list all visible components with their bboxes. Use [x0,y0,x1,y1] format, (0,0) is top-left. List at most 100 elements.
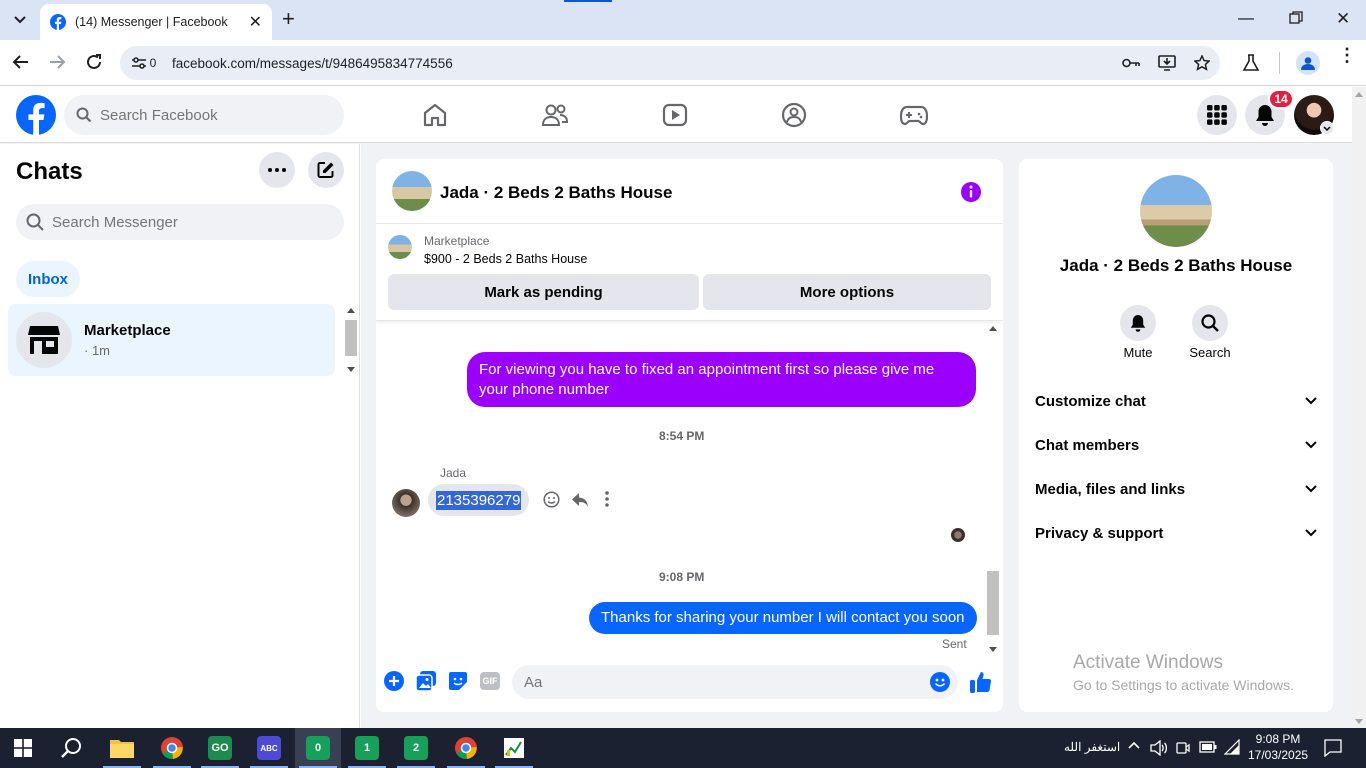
clock[interactable]: 9:08 PM 17/03/2025 [1248,731,1308,763]
gif-button[interactable]: GIF [480,672,500,690]
back-button[interactable] [12,54,30,70]
search-messenger-input[interactable] [52,213,322,231]
incoming-message[interactable]: 2135396279 [428,484,530,516]
notification-center-button[interactable] [1324,739,1342,757]
profile-button[interactable] [1296,51,1320,75]
customize-chat-section[interactable]: Customize chat [1035,381,1317,421]
profile-2-taskbar-icon[interactable]: 2 [393,728,439,768]
site-info-button[interactable]: 0 [124,50,164,76]
message-more-button[interactable] [605,491,609,507]
message-input[interactable] [524,673,914,691]
message-timestamp: 8:54 PM [659,429,705,443]
chat-list-scrollbar[interactable] [343,304,359,376]
volume-button[interactable] [1150,740,1168,756]
facebook-header: 14 [0,87,1352,143]
spreadsheet-taskbar-icon[interactable] [491,728,537,768]
search-messenger-box[interactable] [16,204,344,240]
network-button[interactable] [1224,739,1240,755]
new-tab-button[interactable]: + [282,8,304,32]
chrome-taskbar-icon[interactable] [149,728,195,768]
browser-tab[interactable]: (14) Messenger | Facebook ✕ [40,4,272,40]
battery-button[interactable] [1199,741,1217,753]
chrome-profile-taskbar-icon[interactable] [443,728,489,768]
profile-1-taskbar-icon[interactable]: 1 [344,728,390,768]
browser-toolbar: 0 facebook.com/messages/t/94864958347745… [0,40,1366,86]
taskbar-search-button[interactable] [48,728,94,768]
new-message-button[interactable] [308,152,344,188]
reload-button[interactable] [85,53,103,71]
react-button[interactable] [543,491,560,508]
more-horizontal-icon [268,168,286,172]
more-actions-button[interactable] [384,671,404,691]
star-icon[interactable] [1194,55,1210,71]
install-app-icon[interactable] [1158,55,1176,71]
chat-members-section[interactable]: Chat members [1035,425,1317,465]
messages-scrollbar[interactable] [985,322,1001,652]
forward-button[interactable] [48,54,66,70]
abc-proxy-taskbar-icon[interactable]: ABC [246,728,292,768]
listing-title[interactable]: $900 - 2 Beds 2 Baths House [424,252,587,266]
details-title: Jada · 2 Beds 2 Baths House [1059,256,1293,275]
start-button[interactable] [0,728,46,768]
arrow-right-icon [50,55,66,69]
speaker-icon [1150,740,1168,756]
emoji-icon[interactable] [930,672,950,692]
details-avatar[interactable] [1140,175,1212,247]
search-icon [61,738,81,758]
minimize-window-button[interactable]: — [1238,10,1264,30]
facebook-search-box[interactable] [64,95,344,135]
show-hidden-icons-button[interactable] [1128,741,1140,749]
labs-button[interactable] [1242,54,1260,72]
thumbs-up-icon [970,672,992,693]
chats-options-button[interactable] [259,152,295,188]
tab-search-button[interactable] [8,8,32,32]
conversation-info-button[interactable] [960,181,982,203]
outgoing-message[interactable]: For viewing you have to fixed an appoint… [467,352,976,407]
profile-0-taskbar-icon[interactable]: 0 [295,728,341,768]
file-explorer-taskbar-icon[interactable] [99,728,145,768]
media-files-links-section[interactable]: Media, files and links [1035,469,1317,509]
more-options-button[interactable]: More options [703,274,991,310]
menu-grid-button[interactable] [1197,95,1237,135]
nav-friends[interactable] [541,103,569,127]
mute-button[interactable] [1120,305,1156,341]
activate-windows-title: Activate Windows [1073,652,1223,673]
message-composer[interactable] [512,665,958,699]
outgoing-message[interactable]: Thanks for sharing your number I will co… [589,602,977,634]
sticker-button[interactable] [448,671,468,691]
reply-button[interactable] [571,492,589,508]
keyboard-language-text[interactable]: استغفر الله [1064,740,1120,754]
privacy-support-section[interactable]: Privacy & support [1035,513,1317,553]
nav-home[interactable] [422,103,448,127]
conversation-avatar[interactable] [392,171,432,211]
key-icon[interactable] [1122,57,1140,69]
nav-groups[interactable] [781,102,807,128]
notification-count-badge: 14 [1268,89,1294,109]
gologin-taskbar-icon[interactable]: GO [197,728,243,768]
address-bar[interactable]: 0 facebook.com/messages/t/94864958347745… [120,46,1220,80]
send-like-button[interactable] [970,671,992,693]
meet-now-button[interactable] [1176,740,1190,756]
conversation-title[interactable]: Jada · 2 Beds 2 Baths House [440,183,672,203]
nav-watch[interactable] [662,103,688,127]
marketplace-avatar [16,312,72,368]
close-window-button[interactable]: ✕ [1336,9,1350,29]
close-tab-icon[interactable]: ✕ [249,12,262,32]
facebook-logo[interactable] [16,95,56,135]
nav-gaming[interactable] [900,104,928,126]
facebook-search-input[interactable] [100,106,320,124]
search-in-conversation-button[interactable] [1192,305,1228,341]
chat-list-item[interactable]: Marketplace · 1m [8,304,335,376]
menu-button[interactable]: ⋮ [1338,46,1356,64]
sender-avatar[interactable] [392,489,420,517]
chevron-down-icon [14,16,26,24]
attach-photo-button[interactable] [416,671,436,691]
mark-as-pending-button[interactable]: Mark as pending [388,274,699,310]
restore-window-button[interactable] [1289,11,1303,25]
phone-number-text[interactable]: 2135396279 [436,490,522,510]
compose-icon [317,162,334,178]
page-scrollbar[interactable] [1352,87,1366,728]
inbox-filter-tab[interactable]: Inbox [16,261,80,297]
marketplace-listing-banner: Marketplace $900 - 2 Beds 2 Baths House … [376,225,1003,321]
account-menu-chevron[interactable] [1320,121,1334,135]
